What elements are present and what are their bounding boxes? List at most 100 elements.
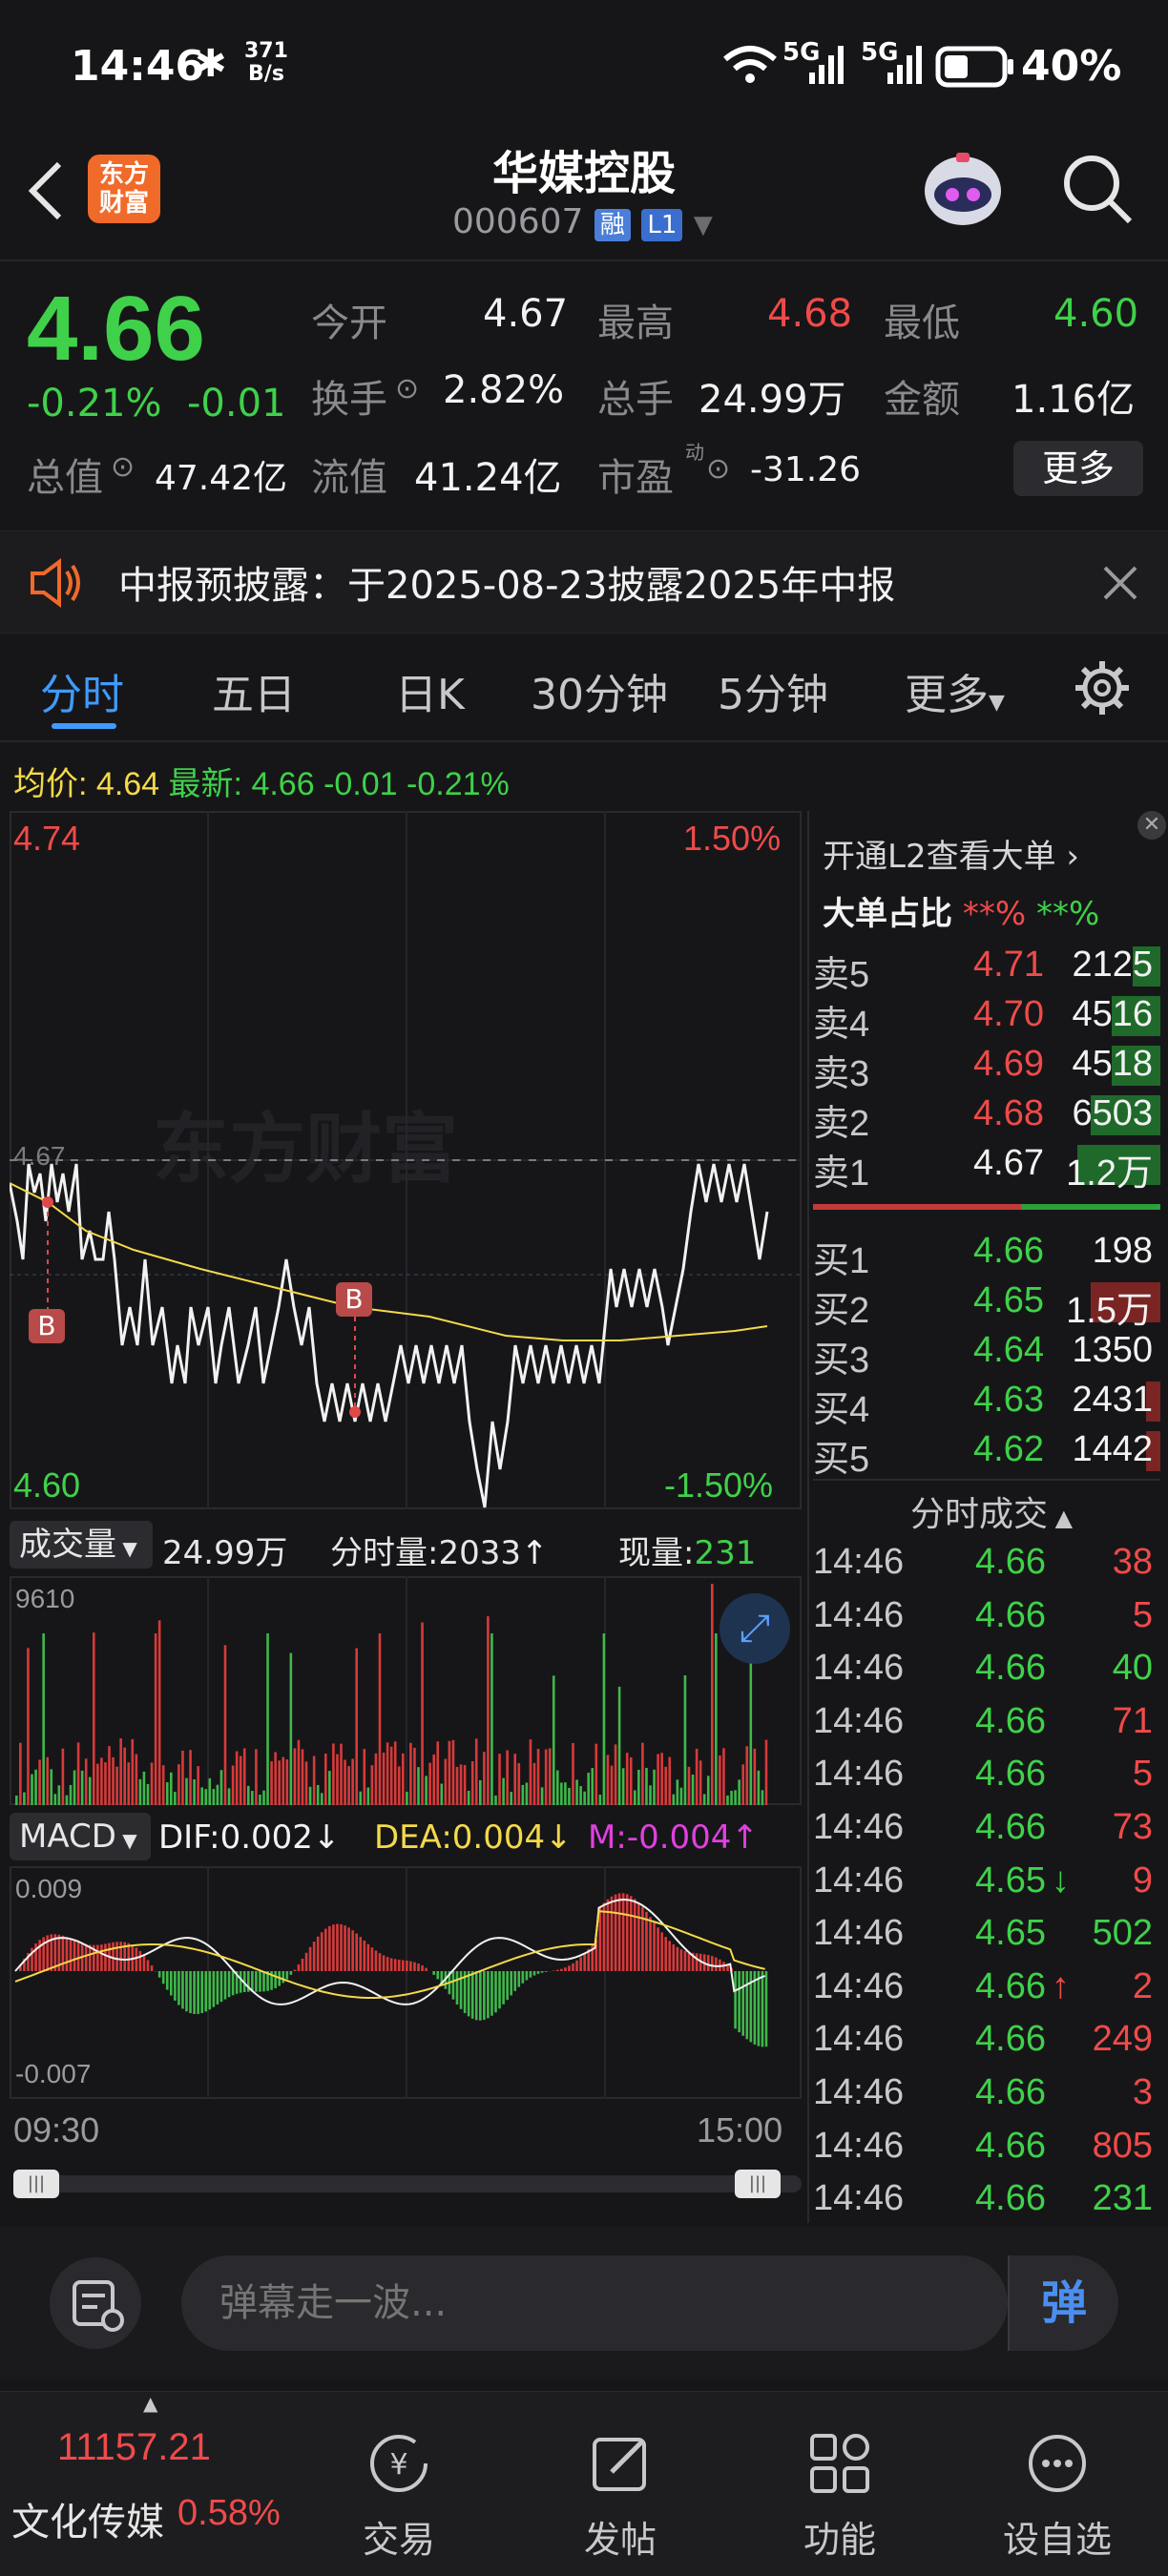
- ask-row[interactable]: 卖3 4.69 4518: [813, 1040, 1160, 1094]
- macd-bar: [425, 1967, 428, 1971]
- macd-bar: [304, 1952, 308, 1971]
- more-button[interactable]: 更多: [1013, 441, 1143, 496]
- volume-bar: [359, 1791, 363, 1805]
- macd-bar: [301, 1958, 304, 1971]
- bid-row[interactable]: 买4 4.63 2431: [813, 1376, 1160, 1430]
- macd-bar: [239, 1971, 242, 1993]
- stock-code-row[interactable]: 000607 融 L1 ▼: [452, 202, 713, 241]
- bid-price: 4.63: [973, 1380, 1044, 1420]
- trade-volume: 38: [1112, 1542, 1153, 1582]
- index-value[interactable]: 11157.21: [57, 2426, 211, 2469]
- bid-row[interactable]: 买2 4.65 1.5万: [813, 1277, 1160, 1331]
- macd-bar: [583, 1953, 586, 1971]
- info-icon[interactable]: ⊙: [111, 450, 135, 484]
- nav-post[interactable]: 发帖: [553, 2430, 687, 2563]
- macd-bar: [637, 1902, 640, 1971]
- nav-functions[interactable]: 功能: [773, 2430, 907, 2563]
- volume-bar: [536, 1749, 540, 1805]
- ask-label: 卖4: [813, 1005, 870, 1045]
- volume-bar: [100, 1757, 103, 1805]
- close-icon[interactable]: ✕: [1137, 811, 1166, 840]
- tab-30min[interactable]: 30分钟: [531, 660, 668, 721]
- bid-row[interactable]: 买3 4.64 1350: [813, 1326, 1160, 1381]
- trade-row: 14:46 4.66 ↑ 2: [813, 1963, 1160, 2014]
- macd-bar: [177, 1971, 180, 2005]
- buy-marker[interactable]: B: [29, 1309, 65, 1343]
- macd-bar: [61, 1935, 65, 1971]
- ask-row[interactable]: 卖2 4.68 6503: [813, 1090, 1160, 1144]
- bid-row[interactable]: 买1 4.66 198: [813, 1227, 1160, 1281]
- macd-bar: [227, 1971, 231, 1998]
- macd-bar: [84, 1943, 88, 1971]
- tab-daily-k[interactable]: 日K: [395, 660, 465, 721]
- indicator-selector-macd[interactable]: MACD ▼: [10, 1813, 151, 1860]
- range-slider-left-handle[interactable]: |||: [13, 2170, 59, 2198]
- info-icon[interactable]: ⊙: [706, 452, 730, 486]
- tab-intraday[interactable]: 分时: [40, 660, 124, 721]
- trade-time: 14:46: [813, 1648, 905, 1689]
- volume-bar: [278, 1760, 281, 1805]
- volume-bar: [135, 1754, 138, 1805]
- danmaku-settings-button[interactable]: [50, 2257, 141, 2349]
- trade-row: 14:46 4.65 502: [813, 1909, 1160, 1961]
- danmaku-input[interactable]: [181, 2255, 1008, 2351]
- macd-bar: [745, 1971, 749, 2040]
- indicator-selector-volume[interactable]: 成交量 ▼: [10, 1521, 153, 1568]
- trade-price: 4.66: [975, 1807, 1046, 1847]
- settings-gear-icon[interactable]: [1073, 658, 1132, 717]
- notice-bar[interactable]: 中报预披露：于2025-08-23披露2025年中报: [0, 530, 1168, 634]
- range-slider-right-handle[interactable]: |||: [735, 2170, 781, 2198]
- expand-icon[interactable]: ⤢: [720, 1593, 790, 1664]
- macd-bar: [715, 1957, 718, 1971]
- range-slider-track[interactable]: [13, 2175, 802, 2192]
- macd-bar: [552, 1970, 555, 1971]
- ask-row[interactable]: 卖5 4.71 2125: [813, 941, 1160, 995]
- ask-row[interactable]: 卖1 4.67 1.2万: [813, 1139, 1160, 1194]
- ask-row[interactable]: 卖4 4.70 4516: [813, 990, 1160, 1045]
- search-icon[interactable]: [1061, 153, 1134, 225]
- ask-label: 卖2: [813, 1104, 870, 1144]
- volume-bar: [521, 1784, 525, 1805]
- tab-5min[interactable]: 5分钟: [718, 660, 828, 721]
- svg-text:¥: ¥: [389, 2448, 407, 2482]
- bid-row[interactable]: 买5 4.62 1442: [813, 1425, 1160, 1480]
- volume-bar: [487, 1616, 490, 1805]
- volume-bar: [108, 1746, 111, 1805]
- volume-bar: [347, 1766, 350, 1805]
- volume-bar: [208, 1777, 212, 1805]
- trades-title-row[interactable]: 分时成交 ▲: [910, 1486, 1073, 1536]
- robot-assistant-icon[interactable]: [918, 149, 1008, 231]
- info-icon[interactable]: ⊙: [395, 372, 419, 405]
- edit-icon: [593, 2438, 646, 2491]
- macd-bar: [193, 1971, 196, 2015]
- macd-bar: [374, 1950, 378, 1971]
- l2-link[interactable]: 开通L2查看大单 ›: [823, 830, 1079, 877]
- chevron-up-icon[interactable]: ▲: [143, 2392, 157, 2415]
- tab-five-day[interactable]: 五日: [212, 660, 296, 721]
- nav-add-watchlist[interactable]: 设自选: [991, 2430, 1124, 2563]
- volume-bar: [745, 1746, 749, 1805]
- nav-trade[interactable]: ¥ 交易: [332, 2430, 466, 2563]
- macd-bar: [432, 1971, 435, 1975]
- volume-bar: [715, 1633, 718, 1805]
- volume-bar: [494, 1795, 497, 1805]
- battery-icon: [935, 46, 1013, 88]
- macd-bar: [351, 1930, 354, 1971]
- tab-more[interactable]: 更多▼: [905, 660, 1005, 721]
- bid-volume: 2431: [1072, 1380, 1153, 1420]
- index-name[interactable]: 文化传媒: [11, 2491, 164, 2546]
- index-pct[interactable]: 0.58%: [177, 2493, 281, 2534]
- macd-bar: [231, 1971, 235, 1996]
- signal-icon-2: [887, 46, 922, 84]
- macd-max-label: 0.009: [15, 1874, 83, 1903]
- volume-bar: [483, 1752, 486, 1805]
- volume-bar: [19, 1742, 22, 1805]
- mktcap-value: 47.42亿: [155, 459, 288, 498]
- buy-marker[interactable]: B: [336, 1282, 372, 1317]
- danmaku-settings-icon: [73, 2280, 124, 2332]
- trade-row: 14:46 4.66 3: [813, 2068, 1160, 2120]
- volume-bar: [544, 1749, 548, 1805]
- close-icon[interactable]: [1103, 566, 1137, 600]
- volume-bar: [316, 1784, 320, 1805]
- danmaku-send-button[interactable]: 弹: [1008, 2255, 1118, 2351]
